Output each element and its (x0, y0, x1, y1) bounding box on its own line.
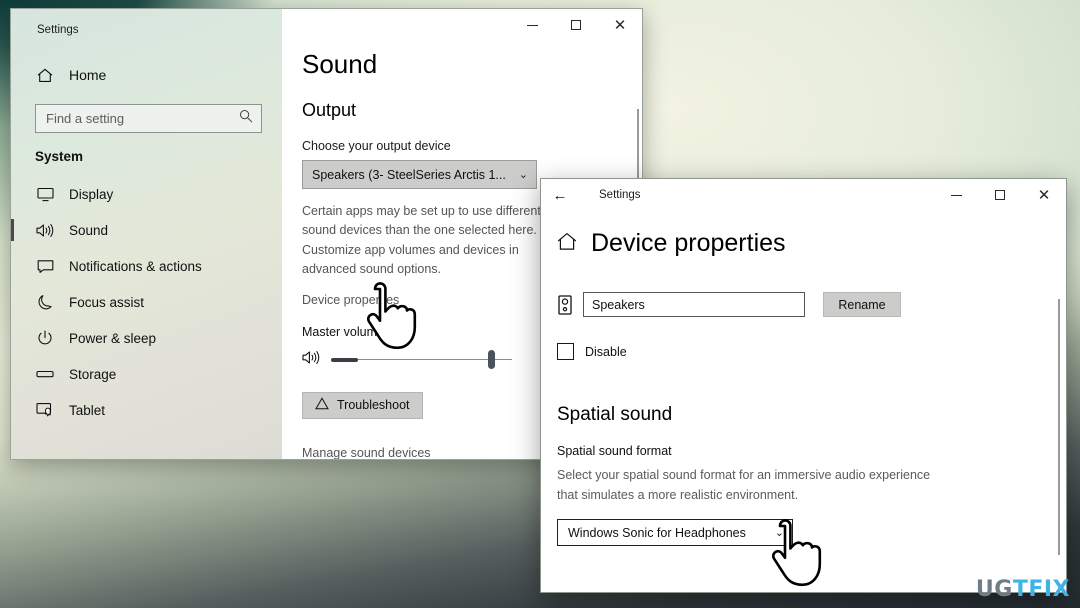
sidebar-item-storage[interactable]: Storage (11, 356, 282, 392)
master-volume-slider[interactable] (302, 349, 512, 370)
output-section-heading: Output (302, 100, 357, 120)
speaker-icon (35, 221, 55, 239)
search-box[interactable] (35, 104, 262, 133)
minimize-button[interactable] (510, 9, 554, 41)
sidebar-item-label: Tablet (69, 402, 106, 418)
page-title: Sound (302, 49, 378, 79)
sidebar-item-home[interactable]: Home (11, 60, 282, 90)
chevron-down-icon: ⌄ (518, 168, 528, 181)
sound-window-titlebar[interactable]: ✕ (11, 9, 642, 41)
tablet-icon (35, 401, 55, 419)
desktop-background: ✕ Settings Home System (0, 0, 1080, 608)
close-button[interactable]: ✕ (1022, 179, 1066, 211)
spatial-sound-format-value: Windows Sonic for Headphones (568, 525, 746, 540)
sidebar-item-label: Display (69, 186, 114, 202)
power-icon (35, 329, 55, 347)
sidebar-home-label: Home (69, 67, 107, 83)
device-name-input[interactable] (583, 292, 805, 317)
search-input[interactable] (46, 105, 239, 132)
search-icon (239, 109, 253, 128)
back-button[interactable]: ← (541, 179, 579, 211)
moon-icon (35, 293, 55, 311)
sidebar-item-label: Notifications & actions (69, 258, 202, 274)
output-device-label: Choose your output device (302, 139, 451, 153)
output-device-value: Speakers (3- SteelSeries Arctis 1... (312, 167, 506, 182)
page-title: Device properties (591, 229, 786, 257)
device-properties-titlebar[interactable]: ← Settings ✕ (541, 179, 1066, 211)
settings-sidebar: Settings Home System Disp (11, 9, 282, 459)
spatial-sound-format-label: Spatial sound format (557, 444, 672, 458)
disable-label: Disable (585, 344, 627, 359)
sidebar-item-label: Focus assist (69, 294, 145, 310)
maximize-button[interactable] (978, 179, 1022, 211)
output-device-select[interactable]: Speakers (3- SteelSeries Arctis 1... ⌄ (302, 160, 537, 189)
sidebar-item-sound[interactable]: Sound (11, 212, 282, 248)
watermark-left: UG (975, 577, 1013, 602)
troubleshoot-label: Troubleshoot (337, 398, 410, 412)
monitor-icon (35, 185, 55, 203)
volume-speaker-icon (302, 350, 321, 370)
device-properties-scrollbar[interactable] (1057, 299, 1060, 555)
disable-checkbox[interactable] (557, 343, 574, 360)
sound-window-controls: ✕ (510, 9, 642, 41)
sidebar-item-focus-assist[interactable]: Focus assist (11, 284, 282, 320)
device-properties-heading-row: Device properties (557, 229, 1044, 258)
home-icon (35, 66, 55, 84)
chevron-down-icon: ⌄ (774, 526, 784, 539)
device-properties-window-controls: ✕ (934, 179, 1066, 211)
output-note-text: Certain apps may be set up to use differ… (302, 204, 541, 277)
troubleshoot-button[interactable]: Troubleshoot (302, 391, 423, 419)
device-name-row: Rename (557, 292, 1044, 317)
sidebar-item-label: Sound (69, 222, 109, 238)
sidebar-item-display[interactable]: Display (11, 176, 282, 212)
warning-triangle-icon (315, 397, 329, 413)
device-properties-app-title: Settings (599, 189, 641, 201)
watermark-right: TFIX (1012, 577, 1070, 602)
sidebar-item-label: Power & sleep (69, 330, 157, 346)
volume-slider-track[interactable] (331, 349, 512, 369)
device-properties-body: Device properties Rename Disable Spatial… (541, 211, 1066, 592)
sidebar-item-label: Storage (69, 366, 117, 382)
maximize-button[interactable] (554, 9, 598, 41)
speaker-cabinet-icon (557, 294, 573, 316)
spatial-sound-format-select[interactable]: Windows Sonic for Headphones ⌄ (557, 519, 793, 546)
close-button[interactable]: ✕ (598, 9, 642, 41)
sidebar-item-tablet[interactable]: Tablet (11, 392, 282, 428)
notification-icon (35, 257, 55, 275)
minimize-button[interactable] (934, 179, 978, 211)
sidebar-item-power-sleep[interactable]: Power & sleep (11, 320, 282, 356)
device-properties-link[interactable]: Device properties (302, 293, 399, 307)
spatial-sound-heading: Spatial sound (557, 404, 673, 425)
watermark: UG TFIX (976, 577, 1070, 602)
storage-icon (35, 365, 55, 383)
home-icon[interactable] (557, 229, 577, 258)
sidebar-item-notifications[interactable]: Notifications & actions (11, 248, 282, 284)
disable-checkbox-row[interactable]: Disable (557, 343, 1044, 360)
sidebar-section-title: System (35, 149, 84, 164)
spatial-sound-description: Select your spatial sound format for an … (557, 468, 931, 502)
device-properties-window: ← Settings ✕ Device properties Rename (540, 178, 1067, 593)
rename-button[interactable]: Rename (823, 292, 901, 317)
sidebar-item-list: Display Sound Notifications & actions Fo… (11, 176, 282, 428)
manage-sound-devices-link[interactable]: Manage sound devices (302, 446, 431, 460)
volume-slider-thumb[interactable] (488, 349, 496, 369)
